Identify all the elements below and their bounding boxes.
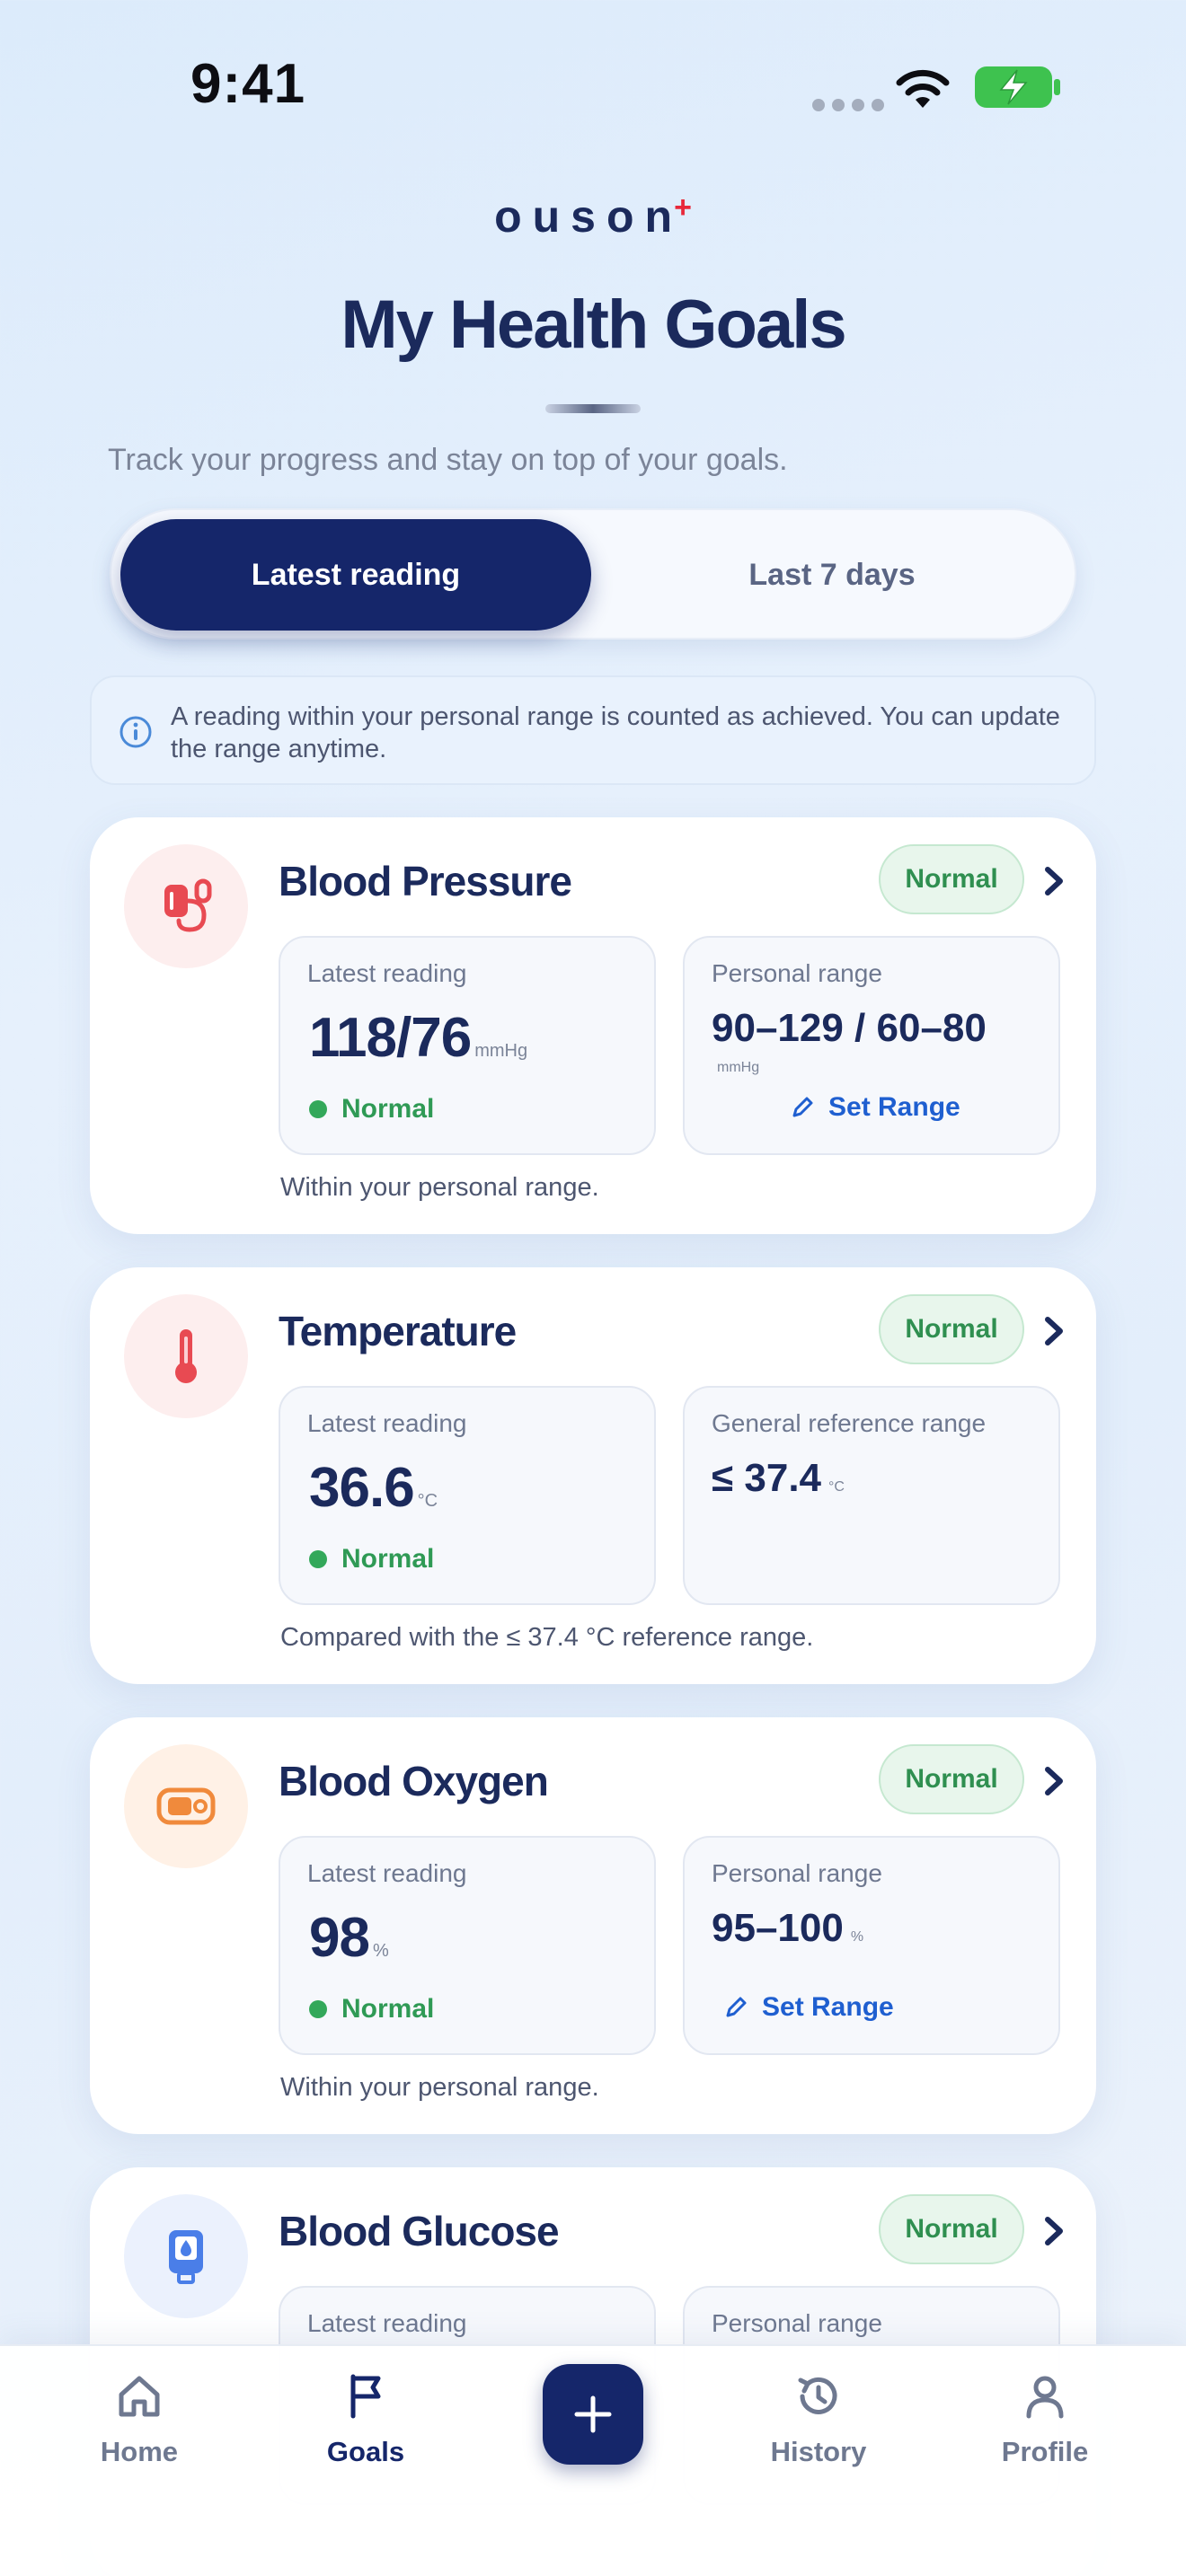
- user-icon: [1026, 2376, 1064, 2419]
- latest-reading-box: Latest reading 36.6 °C Normal: [279, 1386, 656, 1605]
- history-icon: [798, 2377, 837, 2414]
- range-unit: mmHg: [717, 1060, 760, 1075]
- status-dot: [309, 1550, 327, 1568]
- card-note: Compared with the ≤ 37.4 °C reference ra…: [280, 1623, 814, 1652]
- info-banner-text: A reading within your personal range is …: [171, 702, 1060, 763]
- title-underline: [545, 404, 641, 413]
- latest-reading-label: Latest reading: [307, 959, 467, 987]
- tab-latest-reading[interactable]: Latest reading: [120, 519, 591, 631]
- latest-reading-box: Latest reading 98% Normal: [279, 1836, 656, 2055]
- cellular-signal-icon: [812, 99, 884, 111]
- thermometer-icon: [124, 1294, 248, 1418]
- card-title: Temperature: [279, 1308, 517, 1354]
- pulse-oximeter-icon: [124, 1744, 248, 1868]
- page-title: My Health Goals: [341, 287, 846, 363]
- add-reading-button[interactable]: [543, 2364, 643, 2465]
- info-icon: [119, 716, 152, 748]
- chevron-right-icon[interactable]: [1042, 864, 1066, 898]
- personal-range-box: Personal range 90–129 / 60–80 mmHg Set R…: [683, 936, 1060, 1155]
- latest-reading-value: 98%: [309, 1907, 389, 1969]
- chevron-right-icon[interactable]: [1042, 2214, 1066, 2248]
- latest-reading-value: 118/76 mmHg: [309, 1007, 528, 1069]
- card-title: Blood Oxygen: [279, 1758, 549, 1804]
- card-note: Within your personal range.: [280, 2073, 599, 2102]
- set-range-button[interactable]: Set Range: [789, 1092, 960, 1123]
- chevron-right-icon[interactable]: [1042, 1314, 1066, 1348]
- reference-range-box: General reference range ≤ 37.4 °C: [683, 1386, 1060, 1605]
- goal-card-blood-oxygen[interactable]: Blood Oxygen Normal Latest reading 98% N…: [90, 1717, 1096, 2134]
- view-toggle: Latest reading Last 7 days: [110, 508, 1076, 640]
- card-title: Blood Pressure: [279, 858, 572, 904]
- nav-home[interactable]: Home: [58, 2369, 220, 2504]
- page-subtitle: Track your progress and stay on top of y…: [108, 443, 788, 477]
- tab-last-7-days[interactable]: Last 7 days: [597, 519, 1067, 631]
- status-dot: [309, 2000, 327, 2018]
- nav-profile[interactable]: Profile: [964, 2369, 1126, 2504]
- info-banner: A reading within your personal range is …: [90, 675, 1096, 785]
- glucose-meter-icon: [124, 2194, 248, 2318]
- latest-reading-box: Latest reading 118/76 mmHg Normal: [279, 936, 656, 1155]
- personal-range-box: Personal range 95–100% Set Range: [683, 1836, 1060, 2055]
- range-value: 90–129 / 60–80: [712, 1006, 987, 1050]
- card-title: Blood Glucose: [279, 2208, 560, 2254]
- status-badge: Normal: [879, 844, 1024, 914]
- plus-icon: [574, 2395, 612, 2433]
- range-label: Personal range: [712, 959, 882, 987]
- pencil-icon: [726, 1997, 747, 2017]
- reading-status: Normal: [309, 1544, 434, 1575]
- status-bar: 9:41: [0, 0, 1186, 171]
- goal-card-blood-pressure[interactable]: Blood Pressure Normal Latest reading 118…: [90, 817, 1096, 1234]
- range-label: General reference range: [712, 1409, 987, 1437]
- nav-goals[interactable]: Goals: [285, 2369, 447, 2504]
- status-badge: Normal: [879, 2194, 1024, 2264]
- range-value: ≤ 37.4 °C: [712, 1456, 845, 1500]
- status-dot: [309, 1100, 327, 1118]
- reading-status: Normal: [309, 1994, 434, 2025]
- card-note: Within your personal range.: [280, 1173, 599, 1202]
- wifi-icon: [896, 69, 950, 108]
- nav-history[interactable]: History: [738, 2369, 899, 2504]
- battery-charging-icon: [975, 66, 1060, 108]
- goal-card-temperature[interactable]: Temperature Normal Latest reading 36.6 °C…: [90, 1267, 1096, 1684]
- pencil-icon: [792, 1097, 813, 1117]
- latest-reading-label: Latest reading: [307, 1409, 467, 1437]
- flag-icon: [350, 2374, 381, 2419]
- brand-logo: ouson+: [494, 190, 692, 242]
- chevron-right-icon[interactable]: [1042, 1764, 1066, 1798]
- reading-status: Normal: [309, 1094, 434, 1125]
- set-range-button[interactable]: Set Range: [722, 1992, 894, 2023]
- range-label: Personal range: [712, 1859, 882, 1887]
- latest-reading-label: Latest reading: [307, 2309, 467, 2337]
- status-badge: Normal: [879, 1744, 1024, 1814]
- range-value: 95–100%: [712, 1906, 864, 1950]
- latest-reading-label: Latest reading: [307, 1859, 467, 1887]
- status-badge: Normal: [879, 1294, 1024, 1364]
- blood-pressure-cuff-icon: [124, 844, 248, 968]
- bottom-tab-bar: Home Goals History Profile: [0, 2344, 1186, 2576]
- clock: 9:41: [190, 53, 306, 115]
- range-label: Personal range: [712, 2309, 882, 2337]
- latest-reading-value: 36.6 °C: [309, 1457, 438, 1519]
- home-icon: [119, 2376, 160, 2417]
